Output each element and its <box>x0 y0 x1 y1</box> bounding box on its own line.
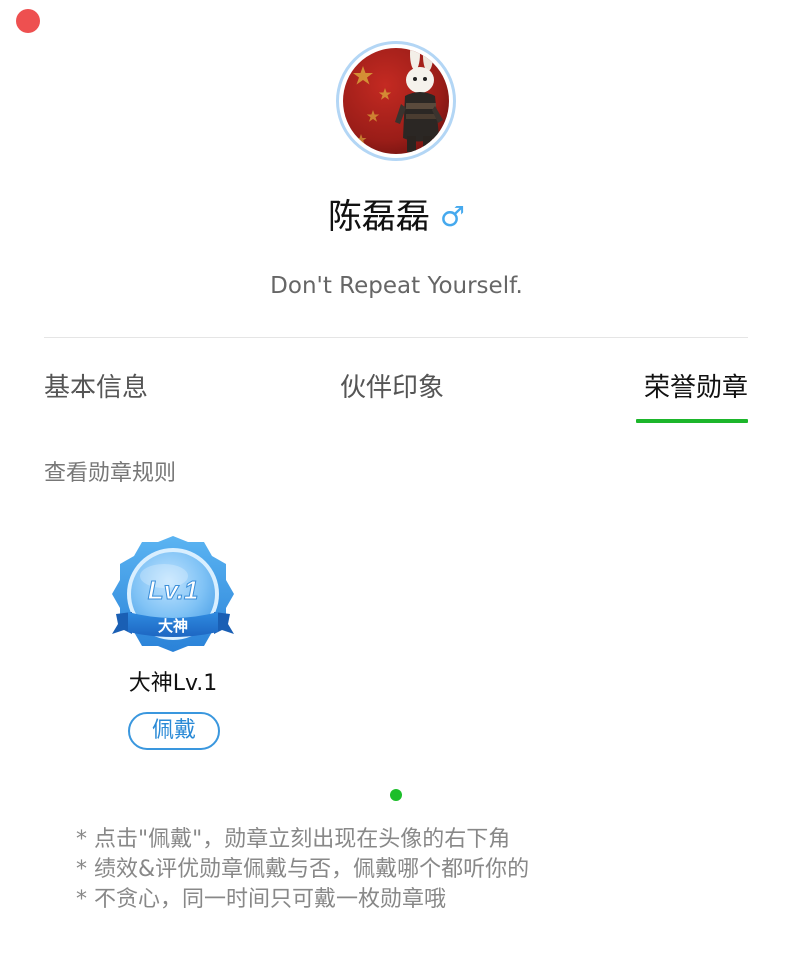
window-close-button[interactable] <box>16 9 40 33</box>
medal-icon[interactable]: Lv.1 大神 <box>106 534 240 658</box>
view-badge-rules-link[interactable]: 查看勋章规则 <box>44 456 176 492</box>
medal-card: Lv.1 大神 大神Lv.1 佩戴 <box>100 534 250 754</box>
profile-window: 陈磊磊 ♂ Don't Repeat Yourself. 基本信息 伙伴印象 荣… <box>0 0 793 963</box>
divider <box>44 337 748 338</box>
tips-list: * 点击"佩戴"，勋章立刻出现在头像的右下角 * 绩效&评优勋章佩戴与否，佩戴哪… <box>76 825 529 915</box>
profile-motto: Don't Repeat Yourself. <box>270 273 523 299</box>
page-indicator <box>390 789 402 801</box>
tab-honor-badges[interactable]: 荣誉勋章 <box>644 365 748 411</box>
male-gender-icon: ♂ <box>439 200 466 233</box>
profile-name: 陈磊磊 <box>327 197 430 237</box>
avatar-ring <box>336 41 456 161</box>
active-tab-indicator <box>636 419 748 423</box>
wear-badge-button[interactable]: 佩戴 <box>128 712 220 750</box>
profile-tabs: 基本信息 伙伴印象 荣誉勋章 <box>44 365 748 425</box>
tip-item: * 不贪心，同一时间只可戴一枚勋章哦 <box>76 887 446 912</box>
tip-item: * 绩效&评优勋章佩戴与否，佩戴哪个都听你的 <box>76 857 530 882</box>
avatar[interactable] <box>343 48 449 154</box>
tab-basic-info[interactable]: 基本信息 <box>44 365 148 411</box>
tab-partner-impression[interactable]: 伙伴印象 <box>340 365 444 411</box>
medal-level-text: Lv.1 <box>148 575 199 605</box>
tip-item: * 点击"佩戴"，勋章立刻出现在头像的右下角 <box>76 827 511 852</box>
profile-name-row: 陈磊磊 ♂ <box>0 192 793 242</box>
medal-name: 大神Lv.1 <box>128 671 218 696</box>
page-dot-active[interactable] <box>390 789 402 801</box>
medal-ribbon-text: 大神 <box>158 617 188 635</box>
